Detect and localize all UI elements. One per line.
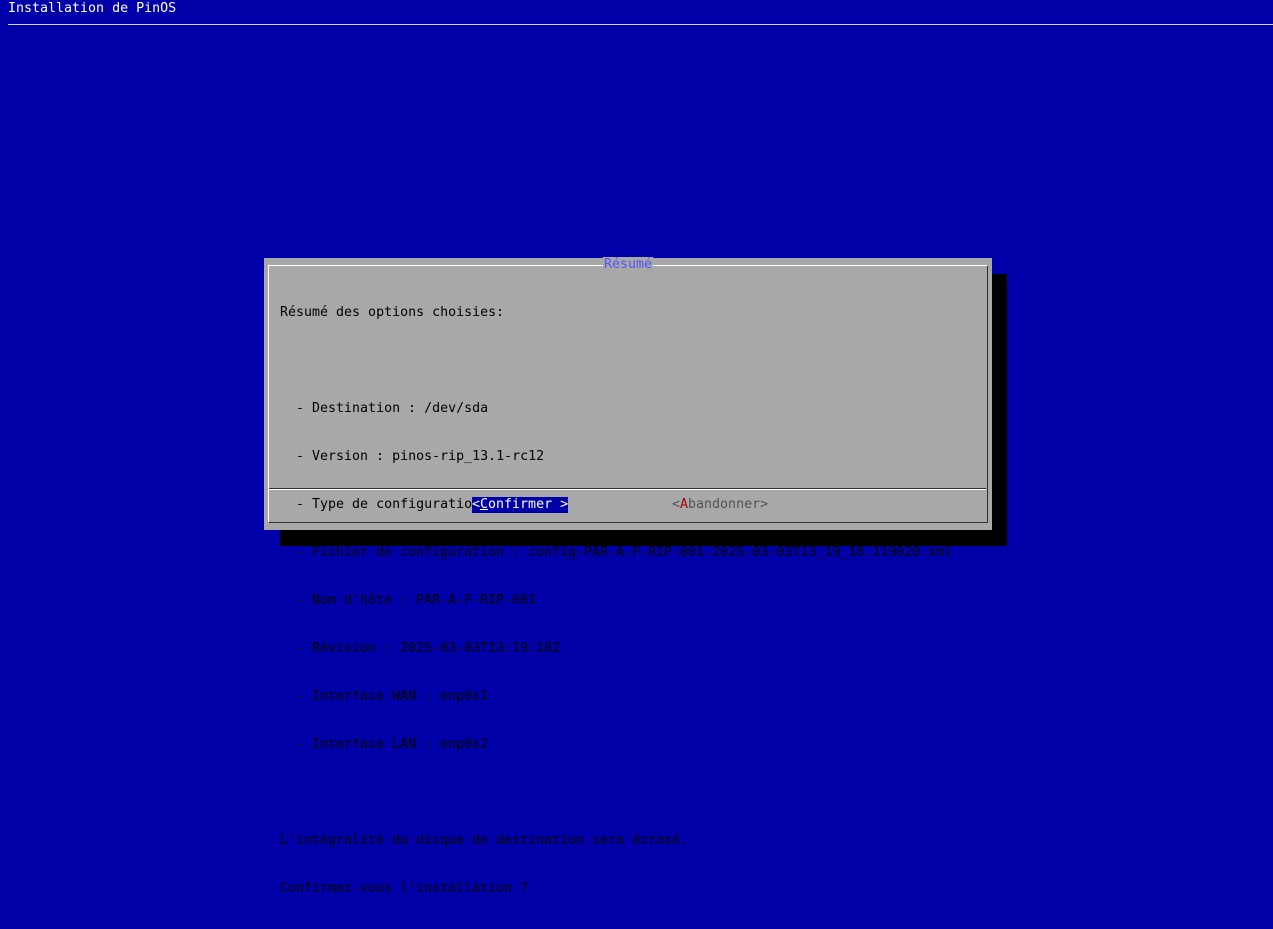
dialog-body: Résumé des options choisies: - Destinati…: [280, 273, 952, 929]
dialog-title: Résumé: [264, 257, 992, 273]
summary-item-revision: - Révision : 2025-03-03T13:19:18Z: [280, 641, 561, 656]
confirmation-question: Confirmez-vous l'installation ?: [280, 881, 529, 896]
summary-item-lan-interface: - Interface LAN : enp0s2: [280, 737, 489, 752]
summary-item-wan-interface: - Interface WAN : enp0s1: [280, 689, 489, 704]
summary-item-version: - Version : pinos-rip_13.1-rc12: [280, 449, 545, 464]
abort-button-label: bandonner: [688, 497, 761, 512]
summary-item-config-file: - Fichier de configuration : config-PAR-…: [280, 545, 953, 560]
summary-intro: Résumé des options choisies:: [280, 305, 505, 320]
summary-item-config-type: - Type de configuration : Locale: [280, 497, 553, 512]
confirm-button-label: onfirmer: [488, 497, 553, 512]
warning-text: L'intégralité du disque de destination s…: [280, 833, 689, 848]
summary-item-hostname: - Nom d'hôte : PAR-A-F-RIP-001: [280, 593, 537, 608]
summary-item-destination: - Destination : /dev/sda: [280, 401, 489, 416]
confirm-button-open: <: [472, 497, 481, 512]
abort-button-close: >: [760, 497, 769, 512]
abort-button[interactable]: <Abandonner>: [672, 497, 768, 513]
confirm-button-close: >: [552, 497, 569, 512]
confirm-button-hotkey: C: [480, 497, 489, 512]
confirm-button[interactable]: <Confirmer >: [472, 497, 569, 513]
dialog-title-text: Résumé: [602, 257, 654, 272]
abort-button-hotkey: A: [680, 497, 689, 512]
screen-backtitle: Installation de PinOS: [8, 1, 177, 16]
backtitle-divider: [8, 24, 1273, 25]
summary-dialog: Résumé Résumé des options choisies: - De…: [264, 257, 992, 896]
abort-button-open: <: [672, 497, 681, 512]
button-area-divider: [269, 489, 986, 490]
